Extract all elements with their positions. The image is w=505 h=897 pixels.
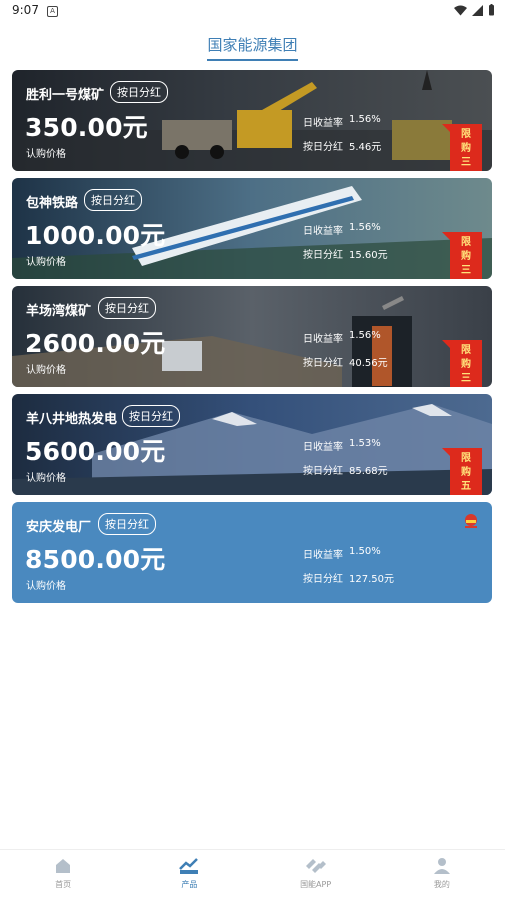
purchase-limit-ribbon: 限 购 五 bbox=[442, 448, 482, 495]
price-label: 认购价格 bbox=[26, 581, 66, 592]
product-card[interactable]: 包神铁路 按日分红 1000.00元 认购价格 日收益率 1.56% 按日分红 … bbox=[12, 178, 492, 279]
ribbon-char: 购 bbox=[461, 251, 471, 262]
bottom-nav: 首页 产品 国能APP 我的 bbox=[0, 849, 505, 897]
chart-icon bbox=[179, 858, 199, 874]
dividend-tag: 按日分红 bbox=[122, 405, 180, 427]
rate-value: 1.50% bbox=[349, 546, 381, 557]
ribbon-char: 购 bbox=[461, 467, 471, 478]
rate-label: 日收益率 bbox=[303, 118, 343, 129]
ribbon-char: 限 bbox=[461, 129, 471, 140]
price-label: 认购价格 bbox=[26, 149, 66, 160]
product-name: 包神铁路 bbox=[26, 196, 79, 211]
rate-value: 1.53% bbox=[349, 438, 381, 449]
product-name: 羊场湾煤矿 bbox=[26, 304, 92, 319]
battery-icon bbox=[489, 4, 494, 16]
ribbon-char: 购 bbox=[461, 359, 471, 370]
ribbon-char: 限 bbox=[461, 453, 471, 464]
product-card[interactable]: 羊场湾煤矿 按日分红 2600.00元 认购价格 日收益率 1.56% 按日分红… bbox=[12, 286, 492, 387]
rate-value: 1.56% bbox=[349, 222, 381, 233]
product-price: 5600.00元 bbox=[25, 437, 166, 466]
product-price: 1000.00元 bbox=[25, 221, 166, 250]
purchase-limit-ribbon: 限 购 三 bbox=[442, 232, 482, 279]
purchase-limit-ribbon: 限 购 三 bbox=[442, 340, 482, 387]
brand-icon bbox=[305, 859, 326, 873]
rate-label: 日收益率 bbox=[303, 334, 343, 345]
signal-icon bbox=[472, 4, 483, 16]
ribbon-char: 三 bbox=[461, 157, 471, 168]
user-icon bbox=[433, 858, 450, 874]
price-label: 认购价格 bbox=[26, 473, 66, 484]
dividend-value: 85.68元 bbox=[349, 466, 388, 477]
rate-label: 日收益率 bbox=[303, 442, 343, 453]
nav-item-products[interactable]: 产品 bbox=[126, 850, 252, 897]
wifi-icon bbox=[454, 5, 467, 15]
product-name: 胜利一号煤矿 bbox=[26, 88, 105, 103]
ribbon-char: 三 bbox=[461, 373, 471, 384]
ribbon-char: 购 bbox=[461, 143, 471, 154]
dividend-label: 按日分红 bbox=[303, 142, 343, 153]
status-time: 9:07 bbox=[12, 3, 39, 17]
ribbon-char: 三 bbox=[461, 265, 471, 276]
dividend-tag: 按日分红 bbox=[110, 81, 168, 103]
nav-item-home[interactable]: 首页 bbox=[0, 850, 126, 897]
dividend-tag: 按日分红 bbox=[84, 189, 142, 211]
purchase-limit-ribbon: 限 购 三 bbox=[442, 124, 482, 171]
home-icon bbox=[56, 859, 71, 873]
nav-item-app[interactable]: 国能APP bbox=[253, 850, 379, 897]
page-header: 国家能源集团 bbox=[0, 34, 505, 61]
nav-label: 产品 bbox=[181, 880, 198, 889]
company-logo-icon bbox=[465, 514, 477, 528]
dividend-value: 5.46元 bbox=[349, 142, 382, 153]
notification-icon: A bbox=[47, 6, 58, 17]
rate-label: 日收益率 bbox=[303, 226, 343, 237]
dividend-value: 127.50元 bbox=[349, 574, 394, 585]
product-name: 安庆发电厂 bbox=[26, 520, 92, 535]
ribbon-char: 五 bbox=[461, 481, 471, 492]
dividend-label: 按日分红 bbox=[303, 574, 343, 585]
product-name: 羊八井地热发电 bbox=[26, 412, 118, 427]
nav-label: 首页 bbox=[55, 880, 72, 889]
price-label: 认购价格 bbox=[26, 257, 66, 268]
product-card[interactable]: 安庆发电厂 按日分红 8500.00元 认购价格 日收益率 1.50% 按日分红… bbox=[12, 502, 492, 603]
product-card[interactable]: 胜利一号煤矿 按日分红 350.00元 认购价格 日收益率 1.56% 按日分红… bbox=[12, 70, 492, 171]
product-price: 2600.00元 bbox=[25, 329, 166, 358]
nav-label: 国能APP bbox=[300, 880, 332, 889]
ribbon-char: 限 bbox=[461, 345, 471, 356]
product-price: 350.00元 bbox=[25, 113, 148, 142]
dividend-value: 15.60元 bbox=[349, 250, 388, 261]
dividend-value: 40.56元 bbox=[349, 358, 388, 369]
price-label: 认购价格 bbox=[26, 365, 66, 376]
system-icons bbox=[454, 4, 495, 16]
status-bar: 9:07 A bbox=[0, 0, 505, 22]
nav-label: 我的 bbox=[433, 880, 450, 889]
dividend-label: 按日分红 bbox=[303, 466, 343, 477]
dividend-label: 按日分红 bbox=[303, 250, 343, 261]
rate-value: 1.56% bbox=[349, 114, 381, 125]
rate-value: 1.56% bbox=[349, 330, 381, 341]
dividend-tag: 按日分红 bbox=[98, 513, 156, 535]
dividend-tag: 按日分红 bbox=[98, 297, 156, 319]
ribbon-char: 限 bbox=[461, 237, 471, 248]
dividend-label: 按日分红 bbox=[303, 358, 343, 369]
product-card[interactable]: 羊八井地热发电 按日分红 5600.00元 认购价格 日收益率 1.53% 按日… bbox=[12, 394, 492, 495]
rate-label: 日收益率 bbox=[303, 550, 343, 561]
page-title: 国家能源集团 bbox=[207, 34, 298, 61]
nav-item-me[interactable]: 我的 bbox=[379, 850, 505, 897]
product-price: 8500.00元 bbox=[25, 545, 166, 574]
